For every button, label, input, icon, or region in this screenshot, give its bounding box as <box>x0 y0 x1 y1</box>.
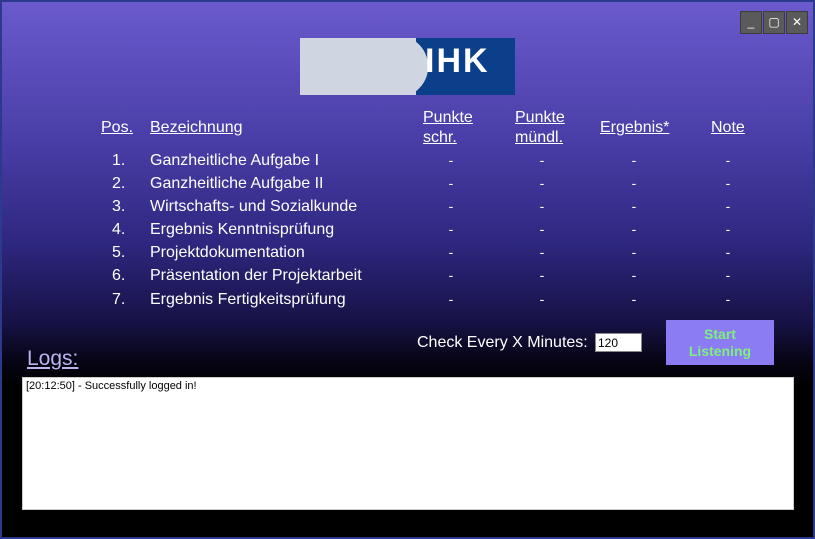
row-muendl: - <box>539 221 545 237</box>
row-note: - <box>725 198 731 214</box>
start-listening-button[interactable]: Start Listening <box>666 320 774 365</box>
logo-curve <box>390 38 428 95</box>
interval-input[interactable] <box>595 333 642 352</box>
row-name: Ganzheitliche Aufgabe II <box>150 175 324 192</box>
row-schr: - <box>448 221 454 237</box>
app-window: _ ▢ ✕ IHK Pos. Bezeichnung Punkte schr. … <box>0 0 815 539</box>
row-note: - <box>725 175 731 191</box>
row-pos: 5. <box>112 244 126 261</box>
header-punkte-muendl-line2: mündl. <box>515 129 564 146</box>
row-schr: - <box>448 175 454 191</box>
logs-label: Logs: <box>27 347 79 370</box>
row-schr: - <box>448 267 454 283</box>
row-ergebnis: - <box>631 152 637 168</box>
row-note: - <box>725 152 731 168</box>
maximize-button[interactable]: ▢ <box>763 11 785 34</box>
row-note: - <box>725 291 731 307</box>
logo-text: IHK <box>425 42 490 80</box>
row-muendl: - <box>539 267 545 283</box>
minimize-button[interactable]: _ <box>740 11 762 34</box>
row-ergebnis: - <box>631 175 637 191</box>
header-punkte-muendl-line1: Punkte <box>515 109 565 126</box>
row-name: Präsentation der Projektarbeit <box>150 267 362 284</box>
row-note: - <box>725 221 731 237</box>
ihk-logo: IHK <box>300 38 515 95</box>
row-name: Ergebnis Fertigkeitsprüfung <box>150 291 346 308</box>
row-pos: 1. <box>112 152 126 169</box>
row-note: - <box>725 267 731 283</box>
row-schr: - <box>448 291 454 307</box>
header-punkte-schr-line1: Punkte <box>423 109 473 126</box>
header-note: Note <box>711 119 745 136</box>
row-schr: - <box>448 244 454 260</box>
row-pos: 2. <box>112 175 126 192</box>
row-muendl: - <box>539 198 545 214</box>
header-bezeichnung: Bezeichnung <box>150 119 243 136</box>
close-button[interactable]: ✕ <box>786 11 808 34</box>
row-note: - <box>725 244 731 260</box>
row-schr: - <box>448 152 454 168</box>
log-entry: [20:12:50] - Successfully logged in! <box>26 380 197 392</box>
row-pos: 3. <box>112 198 126 215</box>
row-pos: 6. <box>112 267 126 284</box>
row-muendl: - <box>539 291 545 307</box>
row-ergebnis: - <box>631 221 637 237</box>
row-pos: 4. <box>112 221 126 238</box>
start-button-line2: Listening <box>688 342 752 359</box>
row-pos: 7. <box>112 291 126 308</box>
row-name: Wirtschafts- und Sozialkunde <box>150 198 358 215</box>
row-name: Ergebnis Kenntnisprüfung <box>150 221 335 238</box>
check-interval-label: Check Every X Minutes: <box>417 334 588 351</box>
header-pos: Pos. <box>101 119 134 136</box>
row-schr: - <box>448 198 454 214</box>
header-punkte-schr-line2: schr. <box>423 129 457 146</box>
row-ergebnis: - <box>631 198 637 214</box>
row-muendl: - <box>539 244 545 260</box>
header-ergebnis: Ergebnis* <box>600 119 670 136</box>
row-muendl: - <box>539 152 545 168</box>
start-button-line1: Start <box>704 325 736 342</box>
row-name: Ganzheitliche Aufgabe I <box>150 152 320 169</box>
row-ergebnis: - <box>631 244 637 260</box>
row-ergebnis: - <box>631 267 637 283</box>
log-textbox[interactable]: [20:12:50] - Successfully logged in! <box>22 377 794 510</box>
row-ergebnis: - <box>631 291 637 307</box>
row-muendl: - <box>539 175 545 191</box>
row-name: Projektdokumentation <box>150 244 305 261</box>
